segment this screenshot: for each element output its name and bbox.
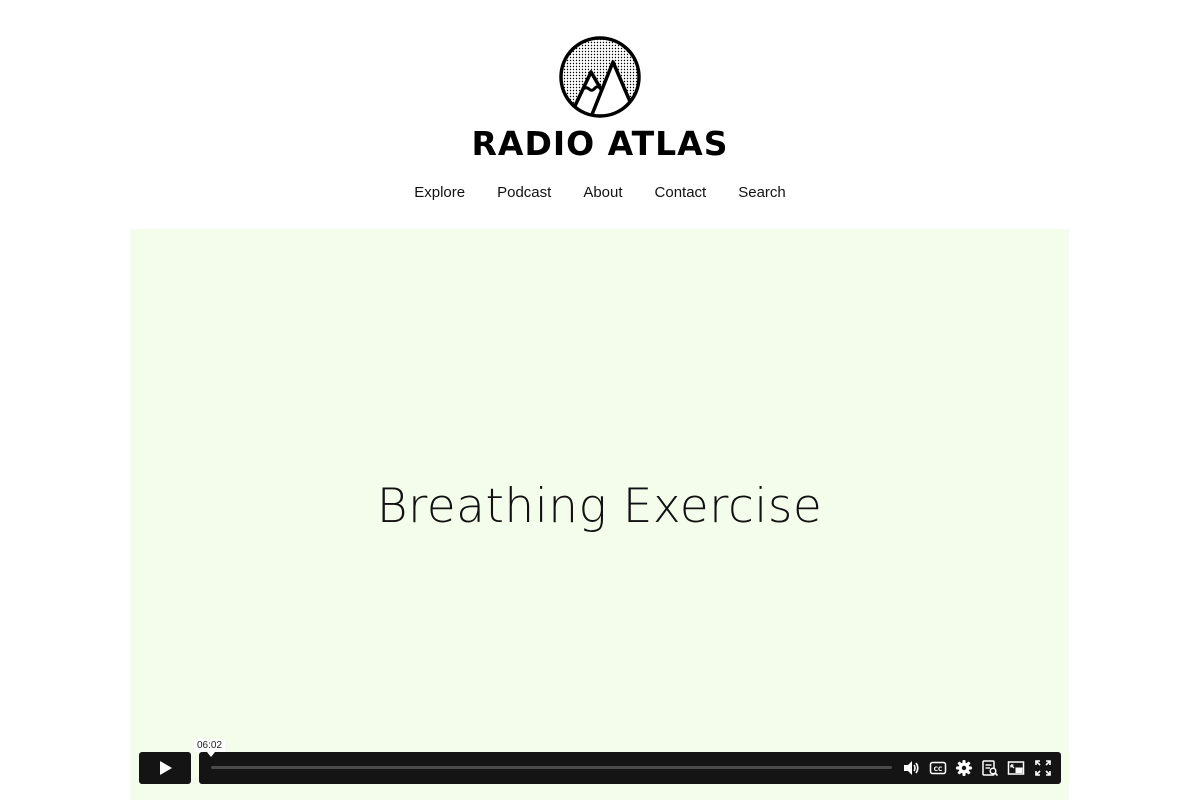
- radio-atlas-logo[interactable]: [557, 32, 643, 122]
- gear-icon[interactable]: [955, 759, 973, 777]
- video-player[interactable]: Breathing Exercise CC 06:02: [130, 229, 1069, 800]
- closed-captions-icon[interactable]: CC: [929, 759, 947, 777]
- nav-podcast[interactable]: Podcast: [481, 184, 567, 202]
- video-title: Breathing Exercise: [376, 479, 823, 534]
- control-bar: CC: [199, 752, 1061, 784]
- time-tooltip-arrow: [207, 752, 215, 757]
- fullscreen-icon[interactable]: [1034, 759, 1052, 777]
- play-button[interactable]: [139, 752, 191, 784]
- nav-contact[interactable]: Contact: [639, 184, 723, 202]
- time-tooltip: 06:02: [194, 739, 226, 752]
- play-icon: [160, 761, 172, 775]
- nav-explore[interactable]: Explore: [398, 184, 481, 202]
- main-nav: Explore Podcast About Contact Search: [0, 184, 1200, 202]
- transcript-icon[interactable]: [981, 759, 999, 777]
- volume-icon[interactable]: [902, 759, 920, 777]
- site-title[interactable]: RADIO ATLAS: [0, 124, 1200, 164]
- progress-bar[interactable]: [211, 766, 892, 769]
- picture-in-picture-icon[interactable]: [1007, 759, 1025, 777]
- svg-text:CC: CC: [934, 766, 943, 773]
- nav-search[interactable]: Search: [722, 184, 802, 202]
- nav-about[interactable]: About: [567, 184, 638, 202]
